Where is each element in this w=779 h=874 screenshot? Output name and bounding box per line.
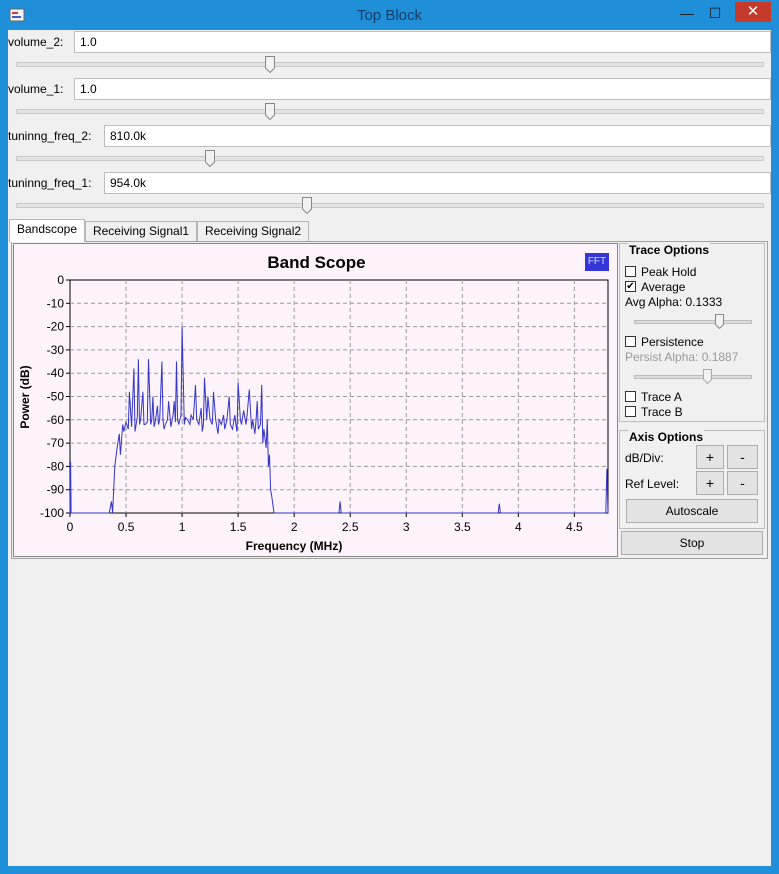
avg-alpha-track[interactable] — [634, 320, 752, 324]
x-tick-label: 1 — [179, 520, 186, 534]
tab-receiving-signal1[interactable]: Receiving Signal1 — [85, 221, 197, 241]
db-div-minus-button[interactable]: - — [727, 445, 758, 469]
window-title: Top Block — [356, 7, 423, 24]
y-tick-label: -10 — [47, 296, 65, 310]
control-label: tuninng_freq_1: — [8, 176, 92, 190]
value-field[interactable]: 810.0k — [104, 125, 771, 147]
control-label: volume_1: — [8, 82, 64, 96]
band-scope-chart: 0 -10 -20 -30 -40 -50 -60 -70 -80 -90 -100 0 0.5 1 1.… — [18, 273, 609, 553]
y-axis-label: Power (dB) — [18, 365, 32, 428]
avg-alpha-slider[interactable] — [714, 314, 724, 329]
client-area: volume_2: 1.0 volume_1: 1.0 tuninng_freq… — [8, 30, 771, 866]
maximize-button[interactable]: ☐ — [700, 4, 730, 22]
x-tick-label: 3 — [403, 520, 410, 534]
x-axis-ticks: 0 0.5 1 1.5 2 2.5 3 3.5 4 4.5 — [67, 513, 583, 534]
checkbox-box[interactable] — [625, 406, 636, 417]
stop-button[interactable]: Stop — [621, 531, 763, 555]
trace-options-group: Trace Options Peak Hold ✔ Average Avg Al… — [619, 243, 765, 422]
x-tick-label: 2.5 — [342, 520, 359, 534]
checkbox-label: Persistence — [641, 335, 704, 349]
autoscale-button[interactable]: Autoscale — [626, 499, 758, 523]
checkbox-box[interactable] — [625, 391, 636, 402]
plot-area: Band Scope FFT 0 -10 -20 -30 -40 -50 -60 -70 -80… — [13, 243, 618, 557]
persist-alpha-track[interactable] — [634, 375, 752, 379]
x-tick-label: 0 — [67, 520, 74, 534]
axis-options-group: Axis Options dB/Div: + - Ref Level: + - … — [619, 430, 765, 529]
persist-alpha-label: Persist Alpha: 0.1887 — [625, 350, 739, 364]
close-button[interactable]: ✕ — [735, 2, 771, 22]
slider-thumb[interactable] — [301, 197, 312, 214]
slider-track[interactable] — [16, 156, 764, 161]
x-tick-label: 3.5 — [454, 520, 471, 534]
bandscope-panel: Band Scope FFT 0 -10 -20 -30 -40 -50 -60 -70 -80… — [11, 241, 768, 559]
tab-receiving-signal2[interactable]: Receiving Signal2 — [197, 221, 309, 241]
x-tick-label: 2 — [291, 520, 298, 534]
y-tick-label: -70 — [47, 436, 65, 450]
y-tick-label: 0 — [57, 273, 64, 287]
db-div-plus-button[interactable]: + — [696, 445, 724, 469]
x-tick-label: 1.5 — [230, 520, 247, 534]
control-label: tuninng_freq_2: — [8, 129, 92, 143]
scope-options: Trace Options Peak Hold ✔ Average Avg Al… — [619, 243, 767, 557]
y-tick-label: -20 — [47, 320, 65, 334]
slider-track[interactable] — [16, 62, 764, 67]
value-field[interactable]: 1.0 — [74, 78, 771, 100]
ref-level-minus-button[interactable]: - — [727, 471, 758, 495]
title-bar[interactable]: Top Block — ☐ ✕ — [0, 0, 779, 30]
y-axis-ticks: 0 -10 -20 -30 -40 -50 -60 -70 -80 -90 -100 — [40, 273, 70, 520]
minimize-button[interactable]: — — [672, 4, 702, 22]
slider-track[interactable] — [16, 109, 764, 114]
x-tick-label: 0.5 — [118, 520, 135, 534]
tab-bandscope[interactable]: Bandscope — [9, 219, 85, 242]
x-axis-label: Frequency (MHz) — [246, 539, 343, 553]
db-div-label: dB/Div: — [625, 451, 664, 465]
checkbox-box[interactable] — [625, 266, 636, 277]
slider-thumb[interactable] — [264, 56, 275, 73]
checkbox-box[interactable] — [625, 336, 636, 347]
axis-options-title: Axis Options — [628, 430, 705, 444]
value-field[interactable]: 954.0k — [104, 172, 771, 194]
slider-thumb[interactable] — [204, 150, 215, 167]
checkbox-label: Trace B — [641, 405, 683, 419]
slider-thumb[interactable] — [264, 103, 275, 120]
persist-alpha-slider[interactable] — [703, 369, 713, 384]
checkbox-label: Trace A — [641, 390, 682, 404]
y-tick-label: -90 — [47, 483, 65, 497]
slider-track[interactable] — [16, 203, 764, 208]
y-tick-label: -80 — [47, 459, 65, 473]
grid-layer — [70, 280, 608, 513]
x-tick-label: 4 — [515, 520, 522, 534]
ref-level-plus-button[interactable]: + — [696, 471, 724, 495]
window-frame: Top Block — ☐ ✕ volume_2: 1.0 volume_1: … — [0, 0, 779, 874]
control-label: volume_2: — [8, 35, 64, 49]
value-field[interactable]: 1.0 — [74, 31, 771, 53]
checkbox-box[interactable]: ✔ — [625, 281, 636, 292]
checkbox-label: Average — [641, 280, 686, 294]
x-tick-label: 4.5 — [566, 520, 583, 534]
y-tick-label: -40 — [47, 366, 65, 380]
y-tick-label: -30 — [47, 343, 65, 357]
y-tick-label: -60 — [47, 413, 65, 427]
trace-options-title: Trace Options — [628, 243, 711, 257]
ref-level-label: Ref Level: — [625, 477, 680, 491]
checkbox-label: Peak Hold — [641, 265, 697, 279]
avg-alpha-label: Avg Alpha: 0.1333 — [625, 295, 723, 309]
y-tick-label: -100 — [40, 506, 64, 520]
y-tick-label: -50 — [47, 390, 65, 404]
